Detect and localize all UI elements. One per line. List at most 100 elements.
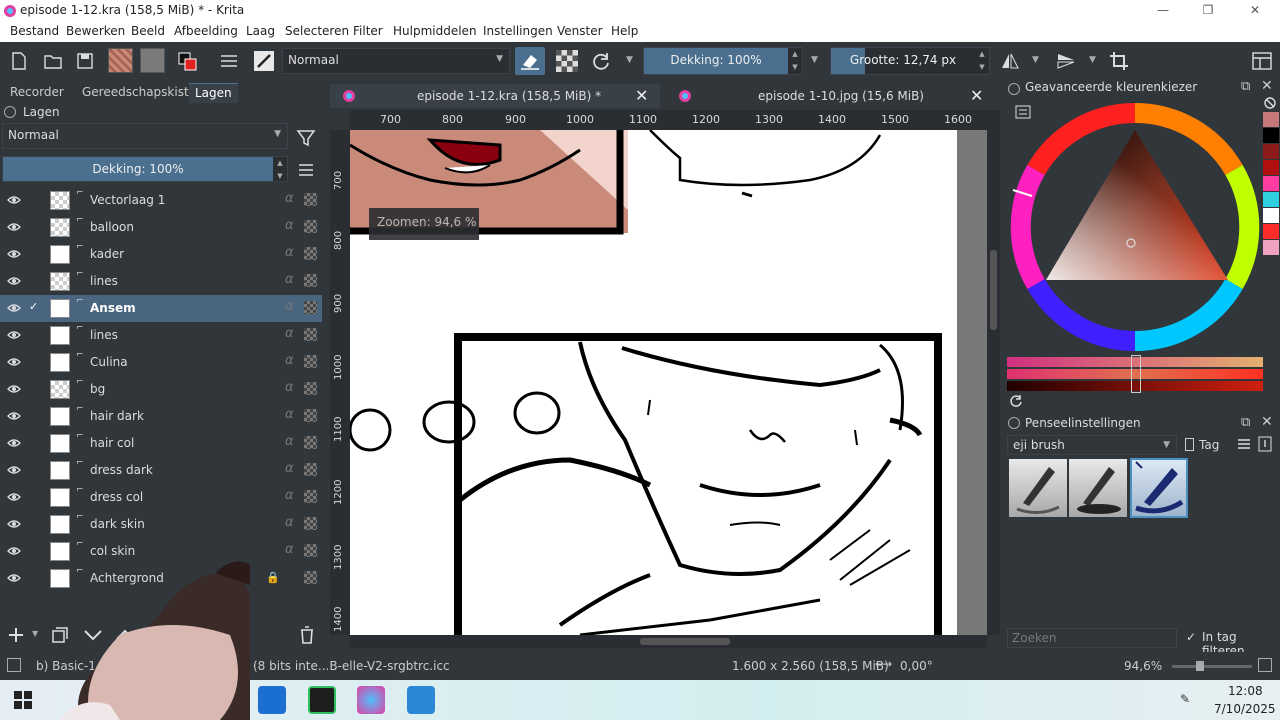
brush-preset-tile-selected[interactable] — [1130, 458, 1188, 518]
panel-lock-icon[interactable] — [4, 106, 16, 118]
close-tab-icon[interactable]: ✕ — [635, 86, 648, 105]
menu-help[interactable]: Help — [611, 24, 638, 38]
close-tab-icon[interactable]: ✕ — [970, 86, 983, 105]
inherit-alpha-icon[interactable] — [304, 436, 317, 449]
visibility-eye-icon[interactable] — [7, 383, 21, 395]
pattern-preset-icon[interactable] — [108, 48, 133, 73]
menu-instellingen[interactable]: Instellingen — [483, 24, 553, 38]
color-wheel[interactable] — [1008, 100, 1263, 355]
inherit-alpha-icon[interactable] — [304, 544, 317, 557]
float-panel-icon[interactable]: ⧉ — [1241, 415, 1250, 430]
import-icon[interactable] — [1258, 436, 1272, 452]
visibility-eye-icon[interactable] — [7, 491, 21, 503]
brush-preset-tile[interactable] — [1069, 459, 1127, 517]
panel-lock-icon[interactable] — [1008, 83, 1020, 95]
krita-taskbar-icon[interactable] — [357, 686, 385, 714]
menu-laag[interactable]: Laag — [246, 24, 275, 38]
chevron-down-icon[interactable]: ▼ — [811, 55, 818, 65]
open-folder-icon[interactable] — [42, 50, 64, 72]
inherit-alpha-icon[interactable] — [304, 409, 317, 422]
brush-preset-icon[interactable] — [253, 50, 275, 72]
layer-row[interactable]: ⌐ balloon α — [0, 214, 322, 241]
layer-row[interactable]: ⌐ lines α — [0, 322, 322, 349]
menu-bewerken[interactable]: Bewerken — [66, 24, 125, 38]
tag-button[interactable]: Tag — [1183, 435, 1231, 455]
slider-handle[interactable] — [1131, 355, 1141, 393]
reload-preset-icon[interactable] — [590, 50, 612, 72]
layer-opacity-slider[interactable]: Dekking: 100% ▲ ▼ — [2, 156, 288, 182]
visibility-eye-icon[interactable] — [7, 302, 21, 314]
size-spinner[interactable]: ▲ ▼ — [975, 48, 989, 74]
scroll-thumb[interactable] — [990, 250, 997, 330]
chevron-down-icon[interactable]: ▼ — [1032, 55, 1039, 65]
close-panel-icon[interactable]: ✕ — [1261, 78, 1273, 94]
opacity-spinner[interactable]: ▲ ▼ — [788, 48, 802, 74]
tab-recorder[interactable]: Recorder — [4, 83, 70, 103]
color-swatch[interactable] — [1263, 112, 1279, 127]
no-color-icon[interactable] — [1264, 96, 1276, 110]
visibility-eye-icon[interactable] — [7, 437, 21, 449]
inherit-alpha-icon[interactable] — [304, 463, 317, 476]
menu-filter[interactable]: Filter — [353, 24, 383, 38]
inherit-alpha-icon[interactable] — [304, 355, 317, 368]
layer-row[interactable]: ⌐ bg α — [0, 376, 322, 403]
color-swatch[interactable] — [1263, 128, 1279, 143]
close-window-button[interactable]: ✕ — [1245, 3, 1265, 19]
new-document-icon[interactable] — [8, 50, 30, 72]
alpha-lock-icon[interactable] — [556, 50, 578, 72]
save-icon[interactable] — [74, 50, 96, 72]
alpha-lock-icon[interactable]: α — [285, 542, 294, 557]
lock-closed-icon[interactable]: 🔒 — [266, 571, 280, 584]
chevron-down-icon[interactable]: ▼ — [626, 55, 633, 65]
color-swatch[interactable] — [1263, 176, 1279, 191]
mirror-horizontal-icon[interactable] — [999, 50, 1021, 72]
crop-icon[interactable] — [1108, 50, 1130, 72]
brush-settings-icon[interactable] — [218, 50, 240, 72]
color-swatch[interactable] — [1263, 192, 1279, 207]
alpha-lock-icon[interactable]: α — [285, 407, 294, 422]
menu-beeld[interactable]: Beeld — [131, 24, 165, 38]
inherit-alpha-icon[interactable] — [304, 301, 317, 314]
layer-row[interactable]: ⌐ lines α — [0, 268, 322, 295]
brush-preset-tile[interactable] — [1009, 459, 1067, 517]
visibility-eye-icon[interactable] — [7, 464, 21, 476]
color-swatch[interactable] — [1263, 240, 1279, 255]
alpha-lock-icon[interactable]: α — [285, 434, 294, 449]
panel-lock-icon[interactable] — [1008, 417, 1020, 429]
inherit-alpha-icon[interactable] — [304, 274, 317, 287]
document-tab-active[interactable]: episode 1-12.kra (158,5 MiB) * ✕ — [330, 84, 660, 108]
color-swatch[interactable] — [1263, 160, 1279, 175]
pen-icon[interactable]: ✎ — [1180, 692, 1190, 706]
chevron-down-icon[interactable]: ▼ — [1089, 55, 1096, 65]
layer-row[interactable]: ⌐ Culina α — [0, 349, 322, 376]
tab-gereedschapskist[interactable]: Gereedschapskist — [76, 83, 195, 103]
layer-blend-mode-dropdown[interactable]: Normaal ▼ — [2, 123, 288, 149]
menu-venster[interactable]: Venster — [557, 24, 603, 38]
restore-button[interactable]: ❐ — [1198, 3, 1218, 19]
document-tab[interactable]: episode 1-10.jpg (15,6 MiB) ✕ — [665, 84, 995, 108]
close-panel-icon[interactable]: ✕ — [1261, 414, 1273, 430]
fit-view-icon[interactable] — [1258, 658, 1272, 672]
menu-bestand[interactable]: Bestand — [10, 24, 59, 38]
alpha-lock-icon[interactable]: α — [285, 488, 294, 503]
inherit-alpha-icon[interactable] — [304, 490, 317, 503]
visibility-eye-icon[interactable] — [7, 221, 21, 233]
outlook-icon[interactable] — [258, 686, 286, 714]
filter-in-tag-checkbox[interactable]: ✓ — [1186, 630, 1196, 644]
visibility-eye-icon[interactable] — [7, 329, 21, 341]
hamburger-menu-icon[interactable] — [1237, 438, 1251, 450]
opacity-slider[interactable]: Dekking: 100% ▲ ▼ — [643, 47, 803, 75]
photos-icon[interactable] — [407, 686, 435, 714]
alpha-lock-icon[interactable]: α — [285, 380, 294, 395]
visibility-eye-icon[interactable] — [7, 194, 21, 206]
menu-selecteren[interactable]: Selecteren — [285, 24, 349, 38]
layer-row[interactable]: ⌐ dark skin α — [0, 511, 322, 538]
visibility-eye-icon[interactable] — [7, 518, 21, 530]
visibility-eye-icon[interactable] — [7, 275, 21, 287]
minimize-button[interactable]: — — [1153, 3, 1173, 19]
mirror-vertical-icon[interactable] — [1055, 50, 1077, 72]
alpha-lock-icon[interactable]: α — [285, 218, 294, 233]
gradient-preset-icon[interactable] — [140, 48, 165, 73]
rotation-icon[interactable]: ⟷ — [875, 657, 892, 671]
menu-hulpmiddelen[interactable]: Hulpmiddelen — [393, 24, 477, 38]
